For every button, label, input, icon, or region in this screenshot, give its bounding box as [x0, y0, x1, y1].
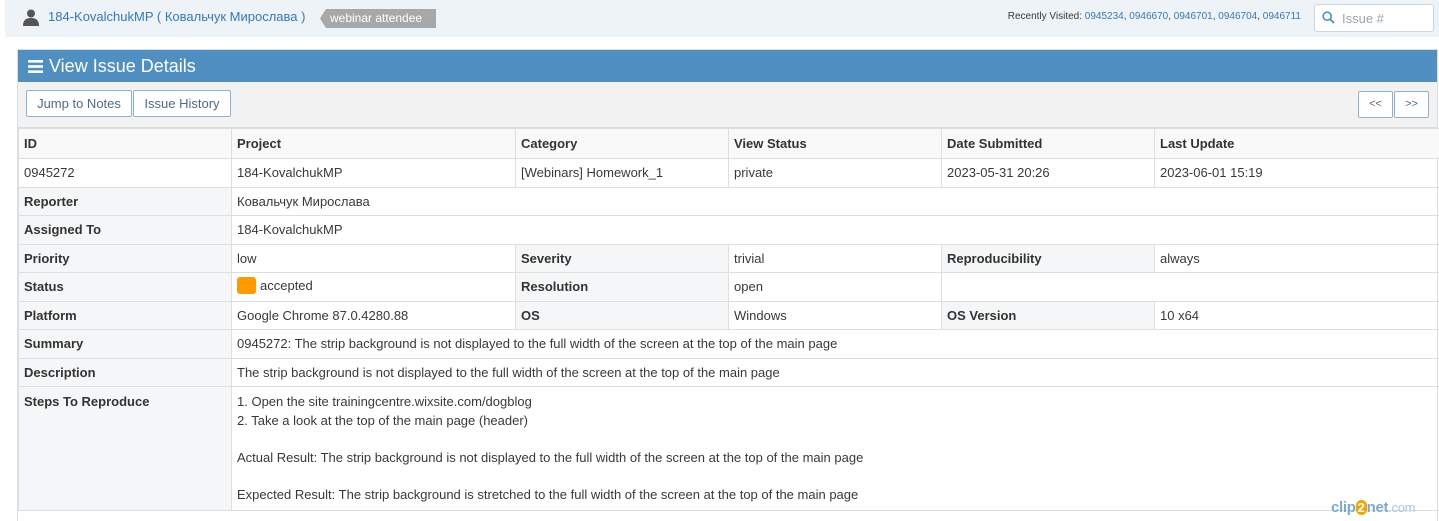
recent-issue-link[interactable]: 0946670 — [1129, 11, 1168, 22]
issue-search-input[interactable] — [1340, 8, 1432, 28]
table-row: Status accepted Resolution open — [18, 272, 1439, 302]
step-line — [237, 467, 1434, 486]
column-header: Date Submitted — [941, 128, 1155, 159]
status-cell: accepted — [231, 272, 516, 302]
issue-id: 0945272 — [18, 158, 232, 188]
summary-label: Summary — [18, 329, 232, 359]
step-line: Expected Result: The strip background is… — [237, 486, 859, 502]
issue-project: 184-KovalchukMP — [231, 158, 516, 188]
issue-search-box[interactable] — [1314, 4, 1434, 32]
table-row: Description The strip background is not … — [18, 357, 1439, 387]
steps-value: 1. Open the site trainingcentre.wixsite.… — [231, 386, 1439, 511]
description-value: The strip background is not displayed to… — [231, 357, 1439, 387]
platform-value: Google Chrome 87.0.4280.88 — [231, 300, 516, 330]
os-version-label: OS Version — [941, 300, 1155, 330]
os-label: OS — [515, 300, 729, 330]
summary-value: 0945272: The strip background is not dis… — [231, 329, 1439, 359]
list-icon — [28, 60, 43, 73]
issue-details-widget: View Issue Details Jump to Notes Issue H… — [17, 49, 1439, 521]
column-header: Last Update — [1154, 128, 1439, 159]
step-line: Actual Result: The strip background is n… — [237, 449, 864, 465]
issue-details-table: ID Project Category View Status Date Sub… — [18, 128, 1439, 511]
description-label: Description — [18, 357, 232, 387]
table-header-row: ID Project Category View Status Date Sub… — [18, 128, 1439, 159]
widget-title: View Issue Details — [49, 56, 196, 76]
assigned-to-label: Assigned To — [18, 215, 232, 245]
issue-history-button[interactable]: Issue History — [133, 90, 231, 117]
reproducibility-label: Reproducibility — [941, 243, 1155, 273]
user-role-badge: webinar attendee — [320, 9, 436, 28]
severity-value: trivial — [728, 243, 942, 273]
recent-issue-link[interactable]: 0945234 — [1085, 11, 1124, 22]
steps-label: Steps To Reproduce — [18, 386, 232, 511]
step-line: 1. Open the site trainingcentre.wixsite.… — [237, 394, 532, 409]
jump-to-notes-button[interactable]: Jump to Notes — [26, 90, 132, 117]
table-row: Reporter Ковальчук Мирослава — [18, 186, 1439, 216]
resolution-value: open — [728, 272, 942, 302]
watermark-logo: clip 2 net.com — [1331, 499, 1416, 516]
current-user-link[interactable]: 184-KovalchukMP ( Ковальчук Мирослава ) — [48, 9, 305, 24]
column-header: View Status — [728, 128, 942, 159]
next-issue-button[interactable]: >> — [1394, 91, 1429, 118]
recently-visited-label: Recently Visited: — [1007, 11, 1083, 22]
table-row: 0945272 184-KovalchukMP [Webinars] Homew… — [18, 158, 1439, 188]
column-header: ID — [18, 128, 232, 159]
recent-issue-link[interactable]: 0946701 — [1174, 11, 1213, 22]
issue-last-update: 2023-06-01 15:19 — [1154, 158, 1439, 188]
empty-cell — [941, 272, 1439, 302]
os-value: Windows — [728, 300, 942, 330]
status-label: Status — [18, 272, 232, 302]
search-icon — [1322, 11, 1335, 24]
resolution-label: Resolution — [515, 272, 729, 302]
recent-issue-link[interactable]: 0946711 — [1263, 11, 1301, 22]
table-row: Steps To Reproduce 1. Open the site trai… — [18, 386, 1439, 511]
priority-value: low — [231, 243, 516, 273]
user-role-label: webinar attendee — [330, 11, 423, 25]
reproducibility-value: always — [1154, 243, 1439, 273]
status-color-swatch — [237, 277, 256, 295]
widget-header: View Issue Details — [18, 50, 1437, 82]
top-navbar: 184-KovalchukMP ( Ковальчук Мирослава ) … — [5, 0, 1439, 37]
issue-category: [Webinars] Homework_1 — [515, 158, 729, 188]
widget-toolbar: Jump to Notes Issue History << >> — [18, 82, 1437, 128]
step-line: 2. Take a look at the top of the main pa… — [237, 412, 529, 428]
table-row: Summary 0945272: The strip background is… — [18, 329, 1439, 359]
os-version-value: 10 x64 — [1154, 300, 1439, 330]
reporter-value: Ковальчук Мирослава — [231, 186, 1439, 216]
priority-label: Priority — [18, 243, 232, 273]
recent-issue-link[interactable]: 0946704 — [1218, 11, 1257, 22]
table-row: Priority low Severity trivial Reproducib… — [18, 243, 1439, 273]
previous-issue-button[interactable]: << — [1358, 91, 1393, 118]
assigned-to-value: 184-KovalchukMP — [231, 215, 1439, 245]
step-line — [237, 430, 1434, 449]
recently-visited: Recently Visited: 0945234, 0946670, 0946… — [1007, 11, 1301, 22]
table-row: Platform Google Chrome 87.0.4280.88 OS W… — [18, 300, 1439, 330]
issue-view-status: private — [728, 158, 942, 188]
user-icon — [22, 9, 40, 26]
status-value: accepted — [260, 278, 313, 294]
issue-date-submitted: 2023-05-31 20:26 — [941, 158, 1155, 188]
column-header: Category — [515, 128, 729, 159]
column-header: Project — [231, 128, 516, 159]
reporter-label: Reporter — [18, 186, 232, 216]
platform-label: Platform — [18, 300, 232, 330]
table-row: Assigned To 184-KovalchukMP — [18, 215, 1439, 245]
severity-label: Severity — [515, 243, 729, 273]
